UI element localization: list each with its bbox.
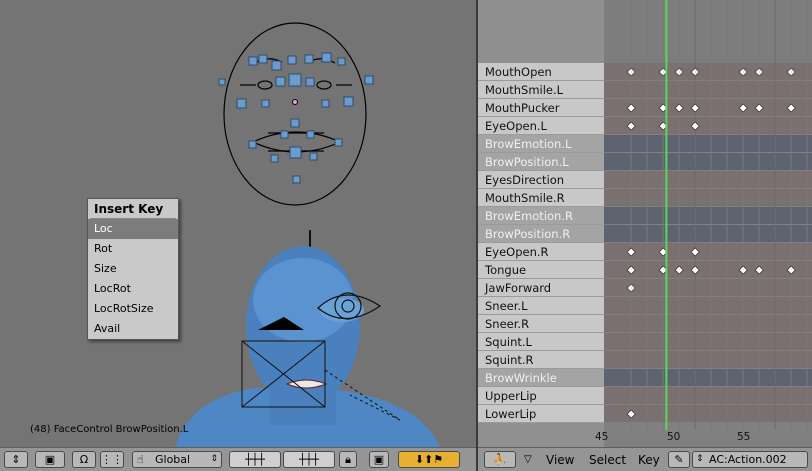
keyframe-row[interactable] [604, 153, 812, 170]
action-name-field[interactable]: ⇕ AC:Action.002 [692, 451, 808, 468]
copy-paste-pose-icon: ⬇⬆⚑ [414, 453, 444, 466]
layer-grid-icon: ┼┼┼ [299, 453, 319, 466]
grid-icon: ⋮⋮ [101, 453, 123, 466]
menu-select[interactable]: Select [589, 453, 626, 467]
3d-viewport[interactable]: (48) FaceControl BrowPosition.L Insert K… [0, 0, 476, 447]
keyframe-row[interactable] [604, 81, 812, 98]
action-icon: ✎ [674, 453, 684, 466]
menu-item-locrotsize[interactable]: LocRotSize [88, 299, 178, 319]
menu-item-locrot[interactable]: LocRot [88, 279, 178, 299]
window-type-button[interactable]: ⇕ [4, 451, 28, 468]
hand-icon: ☝ [137, 453, 144, 466]
channel-mouthpucker[interactable]: MouthPucker [478, 99, 604, 117]
chevron-updown-icon: ⇕ [696, 454, 704, 464]
action-editor-icon: ⛹ [493, 453, 507, 466]
channel-sneer-l[interactable]: Sneer.L [478, 297, 604, 315]
channel-squint-l[interactable]: Squint.L [478, 333, 604, 351]
head-mesh [175, 246, 440, 447]
draw-mode-button[interactable]: ▣ [35, 451, 65, 468]
menu-item-size[interactable]: Size [88, 259, 178, 279]
pose-buttons[interactable]: ⬇⬆⚑ [398, 451, 460, 468]
channel-mouthsmile-r[interactable]: MouthSmile.R [478, 189, 604, 207]
menu-key[interactable]: Key [638, 453, 660, 467]
action-editor[interactable]: MouthOpen MouthSmile.L MouthPucker EyeOpen.… [478, 0, 812, 447]
layer-buttons-left[interactable]: ┼┼┼ [229, 451, 281, 468]
keyframe-row[interactable] [604, 297, 812, 314]
channel-browwrinkle[interactable]: BrowWrinkle [478, 369, 604, 387]
menu-item-loc[interactable]: Loc [88, 219, 178, 239]
viewport-scene [175, 22, 440, 447]
collapse-triangle-icon[interactable]: ▽ [524, 454, 532, 465]
orientation-select[interactable]: ☝ Global ⇕ [132, 451, 222, 468]
keyframe-row[interactable] [604, 171, 812, 188]
action-browse-button[interactable]: ✎ [668, 451, 690, 468]
channel-browposition-l[interactable]: BrowPosition.L [478, 153, 604, 171]
menu-view[interactable]: View [546, 453, 574, 467]
channel-eyeopen-r[interactable]: EyeOpen.R [478, 243, 604, 261]
menu-item-avail[interactable]: Avail [88, 319, 178, 339]
keyframe-row[interactable] [604, 99, 812, 116]
keyframe-row[interactable] [604, 315, 812, 332]
ruler-label-55: 55 [737, 431, 751, 443]
channel-list: MouthOpen MouthSmile.L MouthPucker EyeOpen.… [478, 63, 604, 423]
channel-jawforward[interactable]: JawForward [478, 279, 604, 297]
lock-layers-button[interactable]: 🔒︎ [339, 451, 357, 468]
channel-eyeopen-l[interactable]: EyeOpen.L [478, 117, 604, 135]
orientation-value: Global [155, 453, 191, 466]
keyframe-row[interactable] [604, 369, 812, 386]
channel-squint-r[interactable]: Squint.R [478, 351, 604, 369]
channel-browemotion-l[interactable]: BrowEmotion.L [478, 135, 604, 153]
ruler-label-50: 50 [667, 431, 681, 443]
manipulator-button[interactable]: Ω [72, 451, 96, 468]
keyframe-row[interactable] [604, 135, 812, 152]
insert-key-menu: Insert Key Loc Rot Size LocRot LocRotSiz… [87, 198, 179, 340]
viewport-status-text: (48) FaceControl BrowPosition.L [30, 424, 189, 435]
layer-grid-icon: ┼┼┼ [245, 453, 265, 466]
menu-item-rot[interactable]: Rot [88, 239, 178, 259]
action-name: AC:Action.002 [709, 453, 787, 466]
chevron-updown-icon: ⇕ [210, 454, 218, 464]
render-preview-button[interactable]: ▣ [369, 451, 389, 468]
keyframe-row[interactable] [604, 387, 812, 404]
insert-key-menu-title: Insert Key [94, 202, 164, 216]
action-editor-header: ⛹ ▽ View Select Key ✎ ⇕ AC:Action.002 [478, 447, 812, 471]
editor-type-button[interactable]: ⛹ [484, 451, 516, 468]
image-icon: ▣ [373, 453, 385, 466]
channel-mouthopen[interactable]: MouthOpen [478, 63, 604, 81]
keyframe-row[interactable] [604, 225, 812, 242]
channel-mouthsmile-l[interactable]: MouthSmile.L [478, 81, 604, 99]
control-bones [218, 52, 374, 184]
keyframe-row[interactable] [604, 279, 812, 296]
cube-icon: ▣ [44, 453, 56, 466]
keyframe-row[interactable] [604, 117, 812, 134]
channel-browemotion-r[interactable]: BrowEmotion.R [478, 207, 604, 225]
keyframe-row[interactable] [604, 243, 812, 260]
keyframe-row[interactable] [604, 333, 812, 350]
keyframe-row[interactable] [604, 261, 812, 278]
viewport-header: ⇕ ▣ Ω ⋮⋮ ☝ Global ⇕ ┼┼┼ ┼┼┼ 🔒︎ ▣ ⬇⬆⚑ [0, 447, 476, 471]
updown-arrows-icon: ⇕ [11, 453, 21, 466]
channel-browposition-r[interactable]: BrowPosition.R [478, 225, 604, 243]
keyframe-row[interactable] [604, 351, 812, 368]
channel-upperlip[interactable]: UpperLip [478, 387, 604, 405]
layer-buttons-right[interactable]: ┼┼┼ [283, 451, 335, 468]
keyframe-row[interactable] [604, 405, 812, 422]
keyframe-row[interactable] [604, 189, 812, 206]
channel-lowerlip[interactable]: LowerLip [478, 405, 604, 423]
rotate-manipulator-icon: Ω [79, 453, 89, 466]
keyframe-row[interactable] [604, 207, 812, 224]
keyframe-row[interactable] [604, 63, 812, 80]
lock-icon: 🔒︎ [345, 453, 351, 466]
channel-eyesdirection[interactable]: EyesDirection [478, 171, 604, 189]
origin-dot [292, 99, 298, 105]
ruler-label-45: 45 [595, 431, 609, 443]
channel-sneer-r[interactable]: Sneer.R [478, 315, 604, 333]
channel-tongue[interactable]: Tongue [478, 261, 604, 279]
grid-button[interactable]: ⋮⋮ [100, 451, 124, 468]
